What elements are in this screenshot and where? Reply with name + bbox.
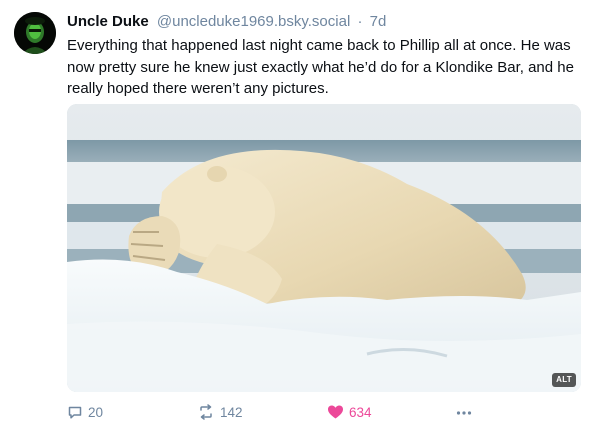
more-options-button[interactable]	[455, 401, 473, 423]
polar-bear-photo	[67, 104, 581, 392]
post-image[interactable]: ALT	[67, 104, 581, 392]
like-button[interactable]: 634	[327, 401, 372, 423]
reply-button[interactable]: 20	[67, 401, 103, 423]
author-avatar[interactable]	[14, 12, 56, 54]
alt-text-badge[interactable]: ALT	[552, 373, 576, 387]
post-text: Everything that happened last night came…	[67, 37, 574, 97]
comment-icon	[68, 406, 82, 419]
post-timestamp[interactable]: 7d	[370, 13, 387, 30]
like-count: 634	[349, 404, 372, 420]
avatar-portrait-icon	[14, 12, 56, 54]
reply-count: 20	[88, 404, 104, 420]
heart-filled-icon	[328, 405, 343, 419]
repost-button[interactable]: 142	[197, 401, 243, 423]
repost-count: 142	[220, 404, 243, 420]
post[interactable]: Uncle Duke @uncleduke1969.bsky.social · …	[0, 0, 590, 435]
separator-dot: ·	[357, 13, 363, 30]
more-dots-icon	[456, 411, 472, 415]
post-header: Uncle Duke @uncleduke1969.bsky.social · …	[67, 12, 386, 32]
author-display-name[interactable]: Uncle Duke	[67, 13, 149, 30]
repost-icon	[200, 404, 212, 420]
author-handle[interactable]: @uncleduke1969.bsky.social	[157, 13, 350, 30]
post-actions: 20 142 634	[67, 401, 581, 423]
